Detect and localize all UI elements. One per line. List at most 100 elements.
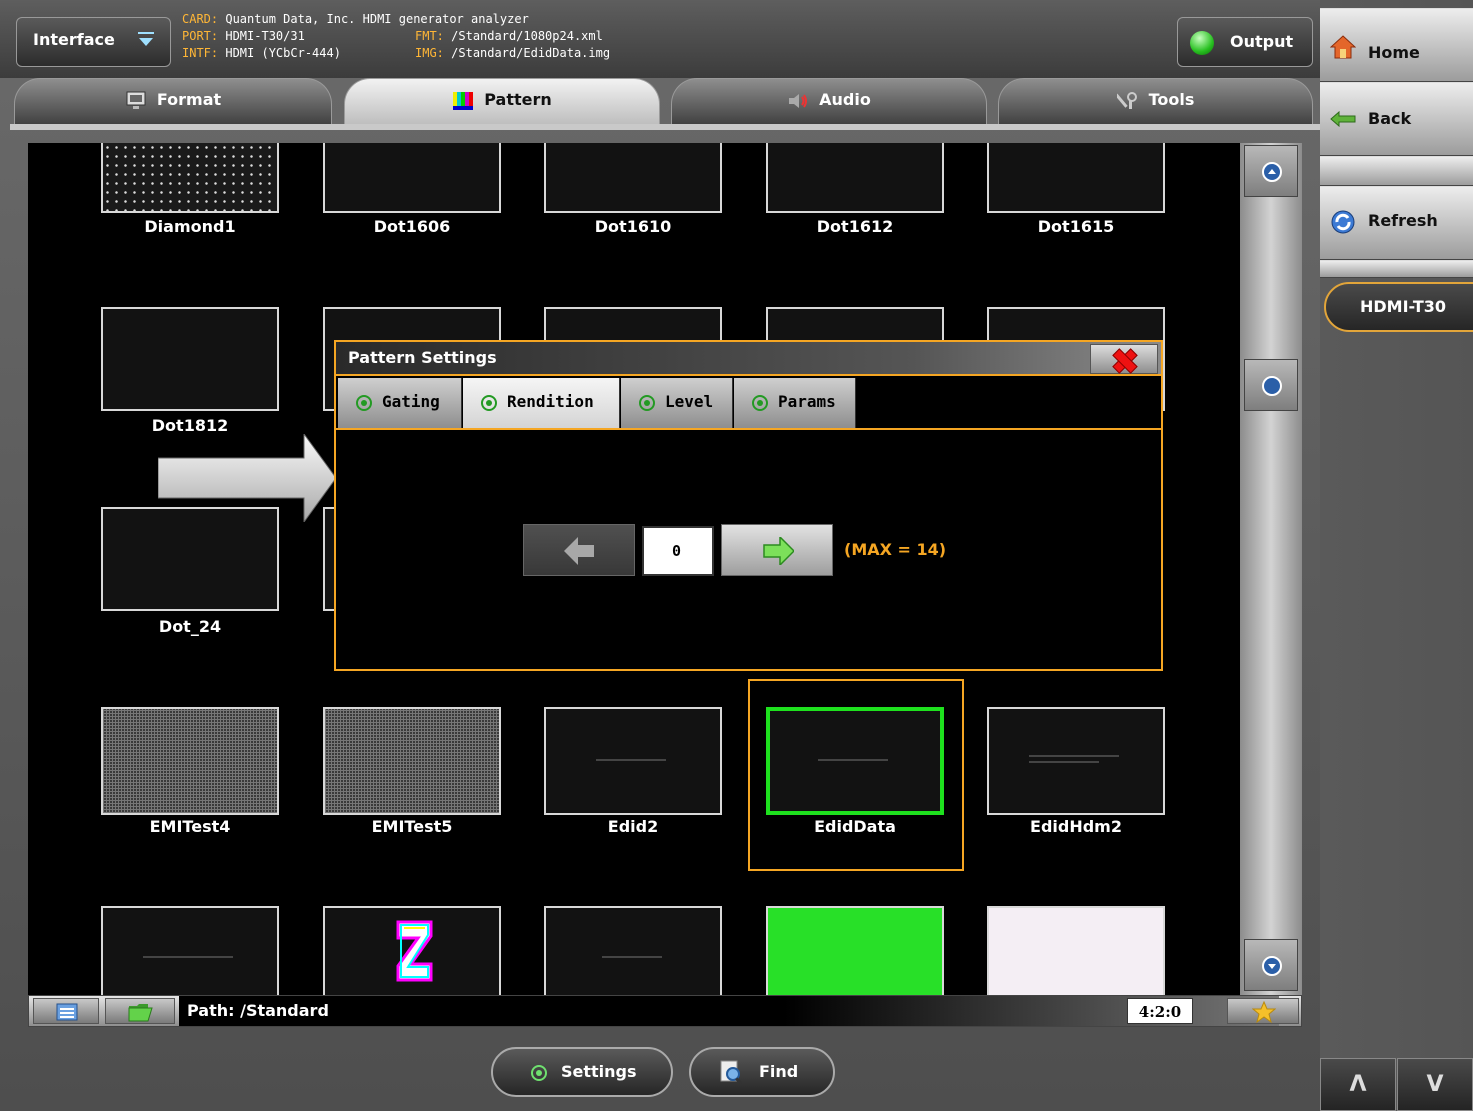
dialog-tab-bar: Gating Rendition Level Params [336, 378, 1161, 430]
max-value-label: (MAX = 14) [844, 540, 947, 559]
tab-level-label: Level [665, 392, 714, 411]
home-icon [1330, 35, 1356, 59]
page-up-button[interactable]: Λ [1320, 1058, 1396, 1111]
previous-button[interactable] [523, 524, 635, 576]
pattern-label: Dot1606 [373, 217, 451, 236]
pattern-thumbnail-edidhdm2[interactable] [987, 707, 1165, 815]
pattern-label: EMITest4 [149, 817, 231, 836]
tab-level[interactable]: Level [621, 378, 733, 428]
colorbars-icon [453, 91, 474, 110]
radio-icon [481, 394, 497, 411]
intf-info: INTF: HDMI (YCbCr-444) [182, 46, 341, 60]
pattern-thumbnail[interactable] [101, 906, 279, 995]
pattern-label: EMITest5 [371, 817, 453, 836]
back-arrow-icon [1330, 111, 1356, 127]
path-bar: Path: /Standard 4:2:0 [28, 995, 1302, 1027]
tab-tools[interactable]: Tools [998, 78, 1313, 126]
tab-pattern[interactable]: Pattern [344, 78, 660, 126]
scroll-down-button[interactable] [1244, 939, 1298, 991]
refresh-button[interactable]: Refresh [1320, 186, 1473, 260]
side-divider [1320, 156, 1473, 186]
tab-gating[interactable]: Gating [338, 378, 462, 428]
tab-gating-label: Gating [382, 392, 440, 411]
back-button[interactable]: Back [1320, 82, 1473, 156]
tab-audio[interactable]: Audio [671, 78, 987, 126]
arrow-up-icon [1262, 162, 1282, 182]
pattern-thumbnail-zone-plate[interactable] [323, 906, 501, 995]
pattern-thumbnail-emitest4[interactable] [101, 707, 279, 815]
find-button[interactable]: Find [689, 1047, 835, 1097]
chroma-ratio-badge: 4:2:0 [1127, 998, 1193, 1024]
close-icon[interactable] [1090, 344, 1158, 374]
card-info: CARD: Quantum Data, Inc. HDMI generator … [182, 12, 529, 26]
pattern-thumbnail-dot24[interactable] [101, 507, 279, 611]
pattern-thumbnail-diamond1[interactable] [101, 143, 279, 213]
back-label: Back [1368, 109, 1412, 128]
output-button[interactable]: Output [1177, 17, 1313, 67]
pattern-label: EdidData [814, 817, 896, 836]
folder-icon [128, 1004, 153, 1022]
radio-icon [356, 394, 372, 411]
pattern-thumbnail-dot1615[interactable] [987, 143, 1165, 213]
tab-format-label: Format [156, 90, 222, 109]
tab-format[interactable]: Format [14, 78, 332, 126]
interface-button[interactable]: Interface [16, 17, 171, 67]
list-icon [56, 1003, 78, 1021]
pattern-label: Edid2 [607, 817, 659, 836]
pattern-thumbnail-emitest5[interactable] [323, 707, 501, 815]
page-down-button[interactable]: V [1397, 1058, 1473, 1111]
scroll-thumb[interactable] [1244, 359, 1298, 411]
side-divider [1320, 260, 1473, 278]
chevron-down-icon: V [1426, 1072, 1444, 1097]
pattern-label: EdidHdm2 [1030, 817, 1122, 836]
app-window: Interface CARD: Quantum Data, Inc. HDMI … [0, 0, 1473, 1111]
next-button[interactable] [721, 524, 833, 576]
pattern-thumbnail-edid2[interactable] [544, 707, 722, 815]
pattern-settings-dialog: Pattern Settings Gating Rendition Level … [334, 340, 1163, 671]
folder-button[interactable] [105, 998, 175, 1024]
output-status-icon [1190, 31, 1214, 55]
img-info: IMG: /Standard/EdidData.img [415, 46, 611, 60]
pattern-thumbnail-dot1612[interactable] [766, 143, 944, 213]
thumbnail-text-lines [143, 956, 233, 958]
pattern-thumbnail-white[interactable] [987, 906, 1165, 995]
settings-button[interactable]: Settings [491, 1047, 673, 1097]
dialog-title: Pattern Settings [336, 342, 1161, 376]
tab-audio-label: Audio [819, 90, 871, 109]
pattern-thumbnail-dot1606[interactable] [323, 143, 501, 213]
pattern-thumbnail[interactable] [544, 906, 722, 995]
pattern-thumbnail-green[interactable] [766, 906, 944, 995]
radio-icon [531, 1064, 547, 1081]
device-selector-hdmi-t30[interactable]: HDMI-T30 [1324, 282, 1473, 332]
pattern-thumbnail-dot1812[interactable] [101, 307, 279, 411]
tab-rendition[interactable]: Rendition [463, 378, 620, 428]
refresh-label: Refresh [1368, 211, 1438, 230]
tools-icon [1116, 91, 1137, 109]
arrow-down-icon [1262, 956, 1282, 976]
vertical-scrollbar[interactable] [1240, 143, 1302, 995]
thumbnail-text-lines [596, 759, 666, 761]
pattern-label: Dot1615 [1037, 217, 1115, 236]
pattern-thumbnail-ediddata[interactable] [766, 707, 944, 815]
interface-label: Interface [33, 30, 115, 49]
speaker-icon [789, 93, 808, 108]
pattern-label: Dot1610 [594, 217, 672, 236]
favorites-button[interactable] [1227, 998, 1299, 1024]
list-view-button[interactable] [33, 998, 99, 1024]
current-path: Path: /Standard [179, 996, 1279, 1026]
find-icon [720, 1060, 743, 1085]
thumbnail-text-lines [1029, 755, 1119, 757]
pattern-label: Dot1812 [151, 416, 229, 435]
tab-params[interactable]: Params [734, 378, 856, 428]
star-icon [1252, 1001, 1276, 1023]
scroll-up-button[interactable] [1244, 145, 1298, 197]
arrow-left-icon [564, 537, 594, 565]
pattern-label: Diamond1 [144, 217, 236, 236]
home-label: Home [1368, 43, 1420, 62]
home-button[interactable]: Home [1320, 8, 1473, 82]
refresh-icon [1331, 210, 1355, 234]
tab-params-label: Params [778, 392, 836, 411]
rendition-value-field[interactable]: 0 [642, 526, 714, 576]
pattern-thumbnail-dot1610[interactable] [544, 143, 722, 213]
tab-pattern-label: Pattern [484, 90, 552, 109]
